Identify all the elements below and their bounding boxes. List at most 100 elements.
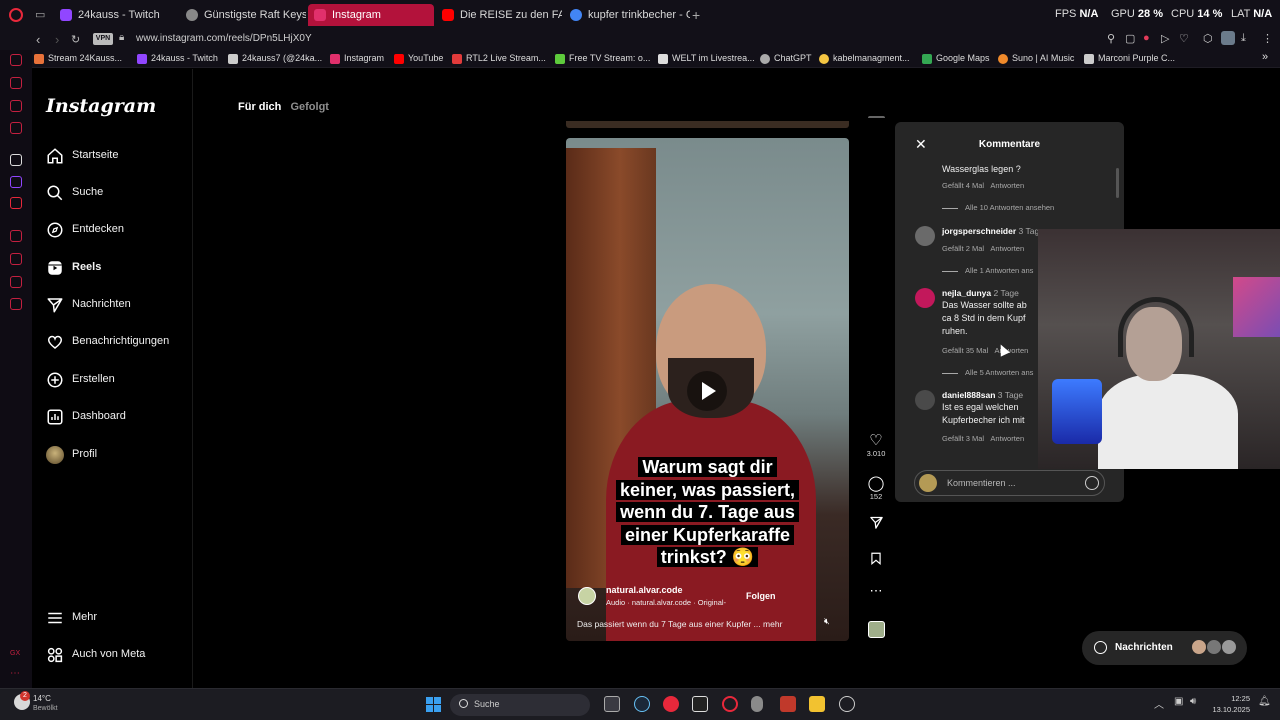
reel-description[interactable]: Das passiert wenn du 7 Tage aus einer Ku…	[577, 619, 782, 629]
reply-link[interactable]: Antworten	[990, 181, 1024, 190]
bookmark-item[interactable]: kabelmanagment...	[819, 53, 910, 64]
download-icon[interactable]: ⤓	[1241, 32, 1246, 45]
bookmark-item[interactable]: WELT im Livestrea...	[658, 53, 755, 64]
view-replies-link[interactable]: Alle 1 Antworten ans	[942, 266, 1033, 275]
extension-icon[interactable]: ●	[1143, 32, 1150, 44]
m-icon[interactable]	[10, 122, 22, 134]
mute-icon[interactable]: 🔇︎	[824, 616, 830, 627]
reply-link[interactable]: Antworten	[990, 434, 1024, 443]
avatar[interactable]	[915, 390, 935, 410]
previous-reel-edge[interactable]	[566, 121, 849, 128]
task-view-icon[interactable]	[604, 696, 620, 712]
emoji-icon[interactable]	[1085, 476, 1099, 490]
volume-icon[interactable]: 🔊︎	[1190, 696, 1196, 707]
app-icon[interactable]	[692, 696, 708, 712]
gx-icon[interactable]: GX	[10, 650, 22, 662]
nav-nachrichten[interactable]: Nachrichten	[46, 294, 216, 320]
more-dots-icon[interactable]: ⋯	[10, 669, 22, 682]
app-icon[interactable]	[780, 696, 796, 712]
nav-dashboard[interactable]: Dashboard	[46, 406, 216, 432]
comment-username[interactable]: jorgsperschneider	[942, 226, 1016, 236]
avatar[interactable]	[915, 288, 935, 308]
notification-center-icon[interactable]: 🔔︎	[1258, 696, 1271, 707]
steam-icon[interactable]	[634, 696, 650, 712]
save-button[interactable]	[866, 551, 886, 571]
tab-twitch[interactable]: 24kauss - Twitch	[54, 4, 180, 26]
mouse-app-icon[interactable]	[751, 696, 763, 712]
nav-startseite[interactable]: Startseite	[46, 145, 216, 171]
tray-app-icon[interactable]: ▣	[1174, 696, 1183, 707]
taskbar-search[interactable]: Suche	[450, 694, 590, 716]
reload-icon[interactable]: ↻	[71, 33, 80, 46]
avatar[interactable]	[915, 226, 935, 246]
bookmarks-overflow-icon[interactable]: »	[1262, 51, 1268, 63]
nav-mehr[interactable]: Mehr	[46, 607, 216, 633]
nav-auch-von-meta[interactable]: Auch von Meta	[46, 644, 216, 670]
profile-avatar-icon[interactable]	[1221, 31, 1235, 45]
pin-icon[interactable]: ⚲	[1107, 32, 1115, 45]
tab-raft-keys[interactable]: Günstigste Raft Keys	[180, 4, 306, 26]
app-icon[interactable]	[663, 696, 679, 712]
history-icon[interactable]	[10, 230, 22, 242]
twitch-icon[interactable]	[10, 176, 22, 188]
tab-youtube[interactable]: Die REISE zu den FAR LA	[436, 4, 562, 26]
bookmark-item[interactable]: Free TV Stream: o...	[555, 53, 650, 64]
more-link[interactable]: mehr	[763, 619, 782, 629]
bookmark-item[interactable]: 24kauss - Twitch	[137, 53, 218, 64]
nav-profil[interactable]: Profil	[46, 444, 216, 470]
tab-menu-icon[interactable]: ▭	[35, 9, 47, 21]
bookmark-item[interactable]: Instagram	[330, 53, 384, 64]
comment-button[interactable]: ◯ 152	[866, 474, 886, 501]
like-button[interactable]: ♡ 3.010	[866, 431, 886, 458]
bookmark-item[interactable]: Marconi Purple C...	[1084, 53, 1175, 64]
new-tab-icon[interactable]: +	[692, 7, 700, 23]
menu-dots-icon[interactable]: ⋮	[1262, 32, 1273, 45]
messages-button[interactable]: Nachrichten	[1082, 631, 1247, 665]
share-button[interactable]	[866, 515, 886, 535]
bookmark-item[interactable]: RTL2 Live Stream...	[452, 53, 546, 64]
vpn-icon[interactable]	[10, 154, 22, 166]
downloads-icon[interactable]	[10, 253, 22, 265]
weather-state[interactable]: Bewölkt	[33, 705, 58, 712]
nav-erstellen[interactable]: Erstellen	[46, 369, 216, 395]
tray-chevron-icon[interactable]: ︿	[1154, 696, 1164, 711]
file-explorer-icon[interactable]	[809, 696, 825, 712]
extensions-icon[interactable]: ⬡	[1203, 32, 1213, 45]
tab-instagram[interactable]: Instagram	[308, 4, 434, 26]
aria-icon[interactable]	[10, 54, 22, 66]
play-extension-icon[interactable]: ▷	[1161, 32, 1169, 45]
windows-start-icon[interactable]	[426, 697, 441, 712]
settings-icon[interactable]	[10, 298, 22, 310]
bookmark-item[interactable]: Suno | AI Music	[998, 53, 1074, 64]
reel-video[interactable]: Warum sagt dir keiner, was passiert, wen…	[566, 138, 849, 641]
back-icon[interactable]: ‹	[36, 32, 40, 47]
forward-icon[interactable]: ›	[55, 32, 59, 47]
previous-thumbnail-edge[interactable]	[868, 116, 885, 122]
more-options-icon[interactable]: ⋯	[866, 583, 886, 599]
author-name[interactable]: natural.alvar.code	[606, 585, 683, 595]
play-icon[interactable]	[687, 371, 727, 411]
bookmark-item[interactable]: 24kauss7 (@24ka...	[228, 53, 322, 64]
instagram-logo[interactable]: Instagram	[46, 95, 156, 117]
bookmark-item[interactable]: YouTube	[394, 53, 443, 64]
opera-logo-icon[interactable]	[9, 8, 23, 22]
messenger-icon[interactable]	[10, 100, 22, 112]
bookmark-item[interactable]: ChatGPT	[760, 53, 812, 64]
comment-input[interactable]: Kommentieren ...	[914, 470, 1105, 496]
vpn-badge[interactable]: VPN	[93, 33, 113, 45]
bookmark-item[interactable]: Stream 24Kauss...	[34, 53, 122, 64]
discord-icon[interactable]	[10, 197, 22, 209]
nav-benachrichtigungen[interactable]: Benachrichtigungen	[46, 331, 216, 357]
tab-fuer-dich[interactable]: Für dich	[238, 101, 281, 113]
bookmark-item[interactable]: Google Maps	[922, 53, 990, 64]
comment-username[interactable]: daniel888san	[942, 390, 995, 400]
nav-reels[interactable]: Reels	[46, 257, 216, 283]
settings-icon[interactable]	[839, 696, 855, 712]
url-field[interactable]: www.instagram.com/reels/DPn5LHjX0Y	[136, 33, 312, 44]
extensions-icon[interactable]	[10, 276, 22, 288]
player-icon[interactable]	[10, 77, 22, 89]
snapshot-icon[interactable]: ▢	[1125, 32, 1135, 45]
comments-scrollbar[interactable]	[1116, 168, 1119, 198]
nav-suche[interactable]: Suche	[46, 182, 216, 208]
nav-entdecken[interactable]: Entdecken	[46, 219, 216, 245]
